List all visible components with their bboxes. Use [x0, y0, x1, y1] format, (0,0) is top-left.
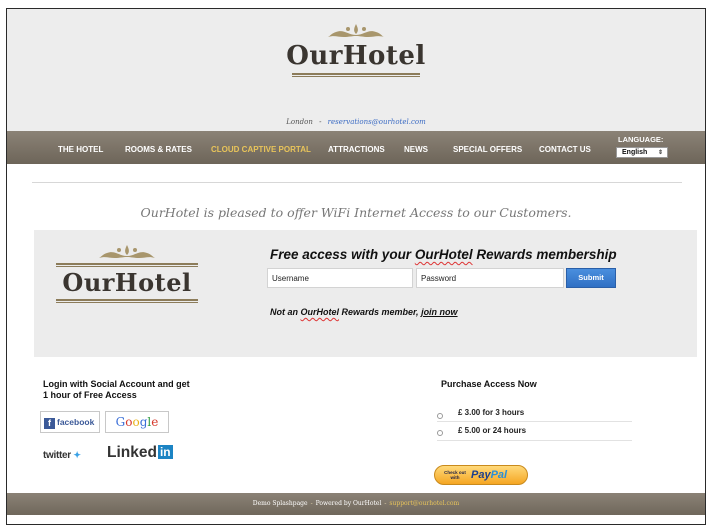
panel-logo: OurHotel — [52, 244, 202, 303]
site-footer: Demo Splashpage - Powered by OurHotel - supp… — [7, 493, 705, 515]
reservations-email-link[interactable]: reservations@ourhotel.com — [328, 118, 426, 126]
main-nav: THE HOTEL ROOMS & RATES CLOUD CAPTIVE PO… — [7, 131, 705, 164]
google-login-button[interactable]: Google — [105, 411, 169, 433]
contact-line: London - reservations@ourhotel.com — [7, 118, 705, 126]
facebook-label: facebook — [57, 417, 95, 427]
purchase-title: Purchase Access Now — [441, 379, 537, 389]
separator: - — [319, 118, 322, 126]
welcome-message: OurHotel is pleased to offer WiFi Intern… — [140, 205, 572, 220]
username-input[interactable]: Username — [267, 268, 413, 288]
social-title-line1: Login with Social Account and get — [43, 379, 190, 389]
linkedin-in-icon: in — [157, 445, 173, 459]
linkedin-login-button[interactable]: Linked in — [107, 444, 173, 462]
footer-demo-text: Demo Splashpage — [252, 500, 308, 507]
social-title-line2: 1 hour of Free Access — [43, 390, 137, 400]
social-login-title: Login with Social Account and get 1 hour… — [43, 379, 190, 401]
access-title-prefix: Free access with your — [270, 247, 415, 262]
access-title-brand: OurHotel — [414, 247, 473, 262]
access-title-suffix: Rewards membership — [472, 247, 617, 262]
option-divider — [437, 421, 632, 422]
facebook-login-button[interactable]: f facebook — [40, 411, 100, 433]
section-divider — [32, 182, 682, 183]
panel-brand-text: OurHotel — [62, 268, 192, 297]
logo-underline — [56, 299, 198, 303]
support-email-link[interactable]: support@ourhotel.com — [389, 500, 459, 507]
footer-separator: - — [310, 500, 313, 507]
join-prompt: Not an OurHotel Rewards member, join now — [270, 307, 458, 317]
language-label: LANGUAGE: — [618, 135, 664, 144]
language-select[interactable]: English ⇕ — [616, 147, 668, 158]
hotel-logo[interactable]: OurHotel — [7, 23, 705, 77]
option-radio-3h[interactable] — [437, 413, 443, 419]
login-panel: OurHotel Free access with your OurHotel … — [34, 230, 697, 357]
username-placeholder: Username — [272, 274, 309, 283]
paypal-checkout-button[interactable]: Check out with PayPal — [434, 465, 528, 485]
access-title: Free access with your OurHotel Rewards m… — [270, 247, 617, 262]
nav-item-news[interactable]: NEWS — [404, 145, 428, 154]
option-24h-label: £ 5.00 or 24 hours — [458, 426, 527, 435]
password-input[interactable]: Password — [416, 268, 564, 288]
join-prompt-prefix: Not an — [270, 307, 301, 317]
nav-item-contact-us[interactable]: CONTACT US — [539, 145, 591, 154]
paypal-checkout-text: Check out with — [444, 470, 466, 480]
twitter-bird-icon: ✦ — [73, 450, 81, 460]
twitter-login-button[interactable]: twitter ✦ — [43, 450, 81, 461]
logo-underline — [292, 73, 420, 77]
page-frame: OurHotel London - reservations@ourhotel.… — [6, 8, 706, 525]
linkedin-label: Linked — [107, 444, 157, 461]
join-prompt-brand: OurHotel — [300, 307, 340, 317]
password-placeholder: Password — [421, 274, 457, 283]
brand-logo-text: OurHotel — [286, 41, 426, 71]
nav-item-attractions[interactable]: ATTRACTIONS — [328, 145, 385, 154]
join-now-link[interactable]: join now — [421, 307, 458, 317]
option-3h-label: £ 3.00 for 3 hours — [458, 408, 525, 417]
logo-overline — [56, 263, 198, 267]
google-logo-icon: G — [115, 415, 126, 429]
footer-powered-text: Powered by OurHotel — [315, 500, 382, 507]
language-value: English — [622, 149, 648, 156]
nav-item-cloud-captive-portal[interactable]: CLOUD CAPTIVE PORTAL — [211, 145, 311, 154]
twitter-label: twitter — [43, 450, 71, 461]
submit-button[interactable]: Submit — [566, 268, 616, 288]
facebook-icon: f — [44, 418, 55, 429]
join-prompt-suffix: Rewards member, — [339, 307, 422, 317]
nav-item-special-offers[interactable]: SPECIAL OFFERS — [453, 145, 522, 154]
select-arrows-icon: ⇕ — [657, 150, 663, 156]
nav-item-the-hotel[interactable]: THE HOTEL — [58, 145, 103, 154]
nav-item-rooms-rates[interactable]: ROOMS & RATES — [125, 145, 192, 154]
site-header: OurHotel London - reservations@ourhotel.… — [7, 9, 705, 131]
option-radio-24h[interactable] — [437, 430, 443, 436]
paypal-logo-icon: PayPal — [471, 469, 508, 481]
city-text: London — [286, 118, 313, 126]
ornament-icon — [328, 24, 384, 37]
ornament-icon — [99, 245, 155, 258]
option-divider — [437, 440, 632, 441]
